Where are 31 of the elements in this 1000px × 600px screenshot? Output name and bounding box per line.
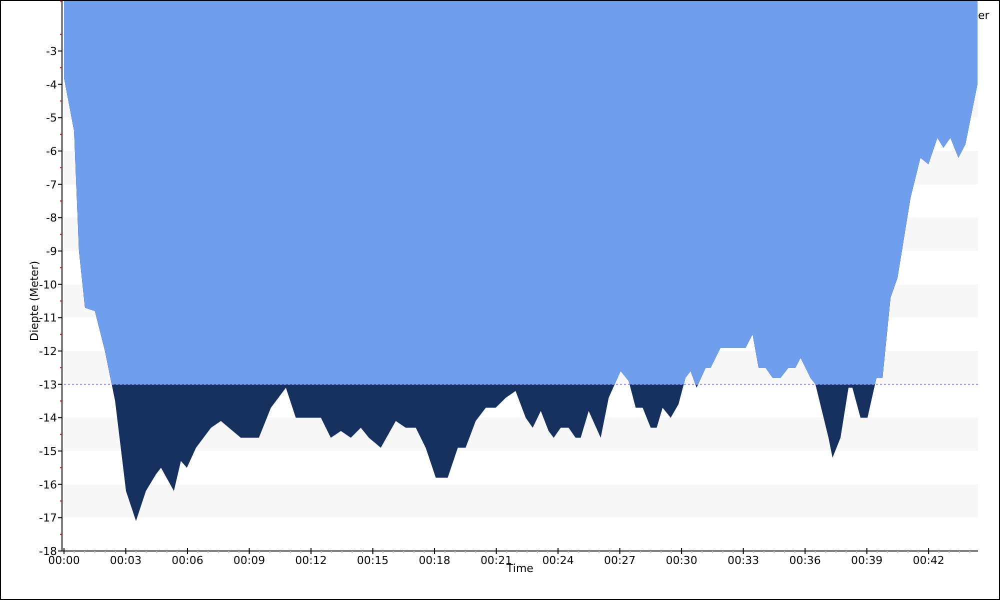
y-tick-label: -14 xyxy=(39,412,57,425)
y-tick-label: -17 xyxy=(39,512,57,525)
y-tick-label: -13 xyxy=(39,378,57,392)
y-tick-label: -7 xyxy=(46,178,57,192)
y-tick-label: -9 xyxy=(46,245,57,258)
x-tick-label: 00:09 xyxy=(233,554,266,567)
x-tick-label: 00:27 xyxy=(604,554,636,567)
y-tick-label: -11 xyxy=(39,312,57,325)
y-axis-title: Diepte (Meter) xyxy=(28,260,41,342)
x-tick-label: 00:18 xyxy=(418,554,450,567)
x-tick-label: 00:42 xyxy=(912,554,944,567)
x-tick-label: 00:06 xyxy=(172,554,204,567)
y-tick-label: -12 xyxy=(39,345,57,358)
x-tick-label: 00:24 xyxy=(542,554,574,567)
y-tick-label: -3 xyxy=(46,45,57,58)
y-tick-label: -6 xyxy=(46,145,57,158)
x-tick-label: 00:12 xyxy=(295,554,327,567)
y-tick-label: -10 xyxy=(39,278,57,292)
x-tick-label: 00:15 xyxy=(356,554,389,567)
y-tick-label: -8 xyxy=(46,212,57,225)
x-tick-label: 00:03 xyxy=(110,554,142,567)
x-tick-label: 00:33 xyxy=(727,554,760,567)
y-tick-label: -16 xyxy=(39,478,57,492)
y-tick-label: -15 xyxy=(39,445,57,458)
y-tick-label: -5 xyxy=(46,112,57,125)
x-tick-label: 00:39 xyxy=(850,554,883,567)
x-tick-label: 00:00 xyxy=(48,554,80,567)
x-tick-label: 00:30 xyxy=(666,554,698,567)
y-tick-label: -4 xyxy=(46,78,57,92)
legend-text: er xyxy=(978,9,990,22)
x-tick-label: 00:36 xyxy=(789,554,821,567)
